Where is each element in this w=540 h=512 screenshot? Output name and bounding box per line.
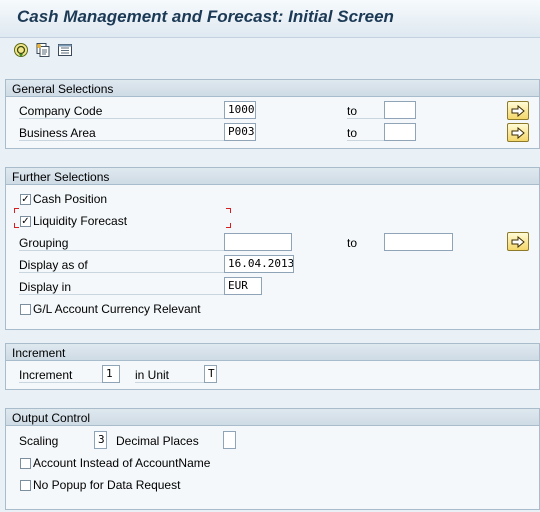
no-popup-label: No Popup for Data Request xyxy=(33,478,181,492)
account-instead-checkbox[interactable] xyxy=(20,458,31,469)
group-title: Output Control xyxy=(12,411,91,425)
company-code-to-input[interactable] xyxy=(384,101,416,119)
scaling-input[interactable]: 3 xyxy=(94,431,107,449)
decimal-places-input[interactable] xyxy=(223,431,236,449)
title-bar: Cash Management and Forecast: Initial Sc… xyxy=(0,0,540,38)
cash-position-label: Cash Position xyxy=(33,192,108,206)
decimal-places-label: Decimal Places xyxy=(116,434,199,448)
increment-group: Increment Increment 1 in Unit T xyxy=(5,343,540,390)
selection-options-icon[interactable] xyxy=(57,42,73,58)
arrow-right-icon xyxy=(511,104,525,117)
focus-marker xyxy=(14,208,19,213)
output-control-group: Output Control Scaling 3 Decimal Places … xyxy=(5,408,540,510)
group-header: Increment xyxy=(6,344,539,361)
group-title: Increment xyxy=(12,346,66,360)
get-variant-icon[interactable] xyxy=(35,42,51,58)
display-in-label: Display in xyxy=(19,279,224,295)
business-area-from-input[interactable]: P003 xyxy=(224,123,256,141)
group-title: Further Selections xyxy=(12,170,110,184)
liquidity-forecast-label: Liquidity Forecast xyxy=(33,214,128,228)
execute-icon[interactable] xyxy=(13,42,29,58)
grouping-to-label: to xyxy=(347,236,358,250)
page-title: Cash Management and Forecast: Initial Sc… xyxy=(17,7,394,26)
grouping-label: Grouping xyxy=(19,235,224,251)
further-selections-group: Further Selections ✓ Cash Position ✓ Liq… xyxy=(5,167,540,330)
focus-marker xyxy=(226,223,231,228)
display-as-of-input[interactable]: 16.04.2013 xyxy=(224,255,294,273)
cash-position-checkbox[interactable]: ✓ xyxy=(20,194,31,205)
group-title: General Selections xyxy=(12,82,114,96)
liquidity-forecast-checkbox[interactable]: ✓ xyxy=(20,216,31,227)
company-code-to-label: to xyxy=(347,103,384,119)
company-code-label: Company Code xyxy=(19,103,224,119)
business-area-multiple-selection-button[interactable] xyxy=(507,123,529,142)
business-area-to-label: to xyxy=(347,125,384,141)
application-toolbar xyxy=(0,38,540,68)
company-code-multiple-selection-button[interactable] xyxy=(507,101,529,120)
gl-account-currency-label: G/L Account Currency Relevant xyxy=(33,302,201,316)
scaling-label: Scaling xyxy=(19,434,59,448)
unit-label: in Unit xyxy=(135,367,204,383)
increment-input[interactable]: 1 xyxy=(102,365,120,383)
display-in-input[interactable]: EUR xyxy=(224,277,262,295)
arrow-right-icon xyxy=(511,235,525,248)
group-header: General Selections xyxy=(6,80,539,97)
increment-label: Increment xyxy=(19,367,102,383)
unit-input[interactable]: T xyxy=(204,365,217,383)
account-instead-label: Account Instead of AccountName xyxy=(33,456,211,470)
focus-marker xyxy=(226,208,231,213)
business-area-to-input[interactable] xyxy=(384,123,416,141)
grouping-multiple-selection-button[interactable] xyxy=(507,232,529,251)
arrow-right-icon xyxy=(511,126,525,139)
no-popup-checkbox[interactable] xyxy=(20,480,31,491)
company-code-from-input[interactable]: 1000 xyxy=(224,101,256,119)
general-selections-group: General Selections Company Code 1000 to … xyxy=(5,79,540,149)
display-as-of-label: Display as of xyxy=(19,257,224,273)
grouping-to-input[interactable] xyxy=(384,233,453,251)
focus-marker xyxy=(14,223,19,228)
group-header: Further Selections xyxy=(6,168,539,185)
gl-account-currency-checkbox[interactable] xyxy=(20,304,31,315)
group-header: Output Control xyxy=(6,409,539,426)
business-area-label: Business Area xyxy=(19,125,224,141)
grouping-from-input[interactable] xyxy=(224,233,292,251)
